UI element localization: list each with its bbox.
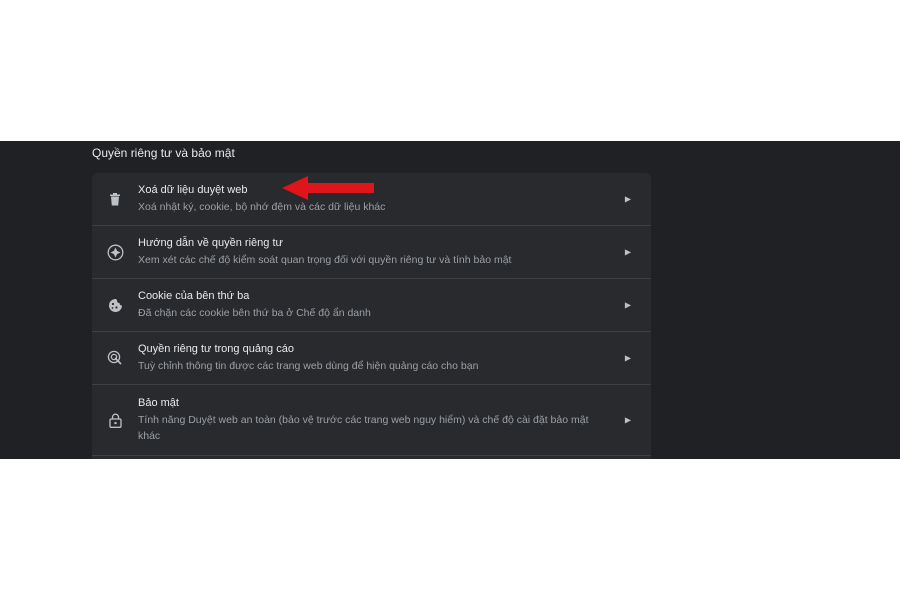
row-description: Tuỳ chỉnh thông tin được các trang web d… [138, 360, 479, 372]
trash-icon [92, 192, 138, 206]
row-label: Hướng dẫn về quyền riêng tư [138, 237, 283, 249]
privacy-guide-icon [92, 244, 138, 261]
row-label: Quyền riêng tư trong quảng cáo [138, 343, 294, 355]
row-label: Cookie của bên thứ ba [138, 290, 250, 302]
security-row[interactable]: Bảo mật Tính năng Duyệt web an toàn (bảo… [92, 385, 651, 456]
chevron-right-icon: ▶ [624, 247, 631, 257]
section-title: Quyền riêng tư và bảo mật [92, 146, 235, 160]
row-description: Tính năng Duyệt web an toàn (bảo vệ trướ… [138, 414, 589, 442]
settings-panel: Quyền riêng tư và bảo mật Xoá dữ liệu du… [0, 141, 900, 459]
chevron-right-icon: ▶ [624, 194, 631, 204]
chevron-right-icon: ▶ [624, 353, 631, 363]
privacy-guide-row[interactable]: Hướng dẫn về quyền riêng tư Xem xét các … [92, 226, 651, 279]
ad-privacy-row[interactable]: Quyền riêng tư trong quảng cáo Tuỳ chỉnh… [92, 332, 651, 385]
annotation-arrow-icon [282, 176, 374, 200]
lock-icon [92, 413, 138, 428]
row-description: Xem xét các chế độ kiểm soát quan trọng … [138, 254, 512, 266]
privacy-settings-card: Xoá dữ liệu duyệt web Xoá nhật ký, cooki… [92, 173, 651, 459]
row-description: Xoá nhật ký, cookie, bộ nhớ đệm và các d… [138, 201, 386, 213]
cookie-icon [92, 298, 138, 313]
ad-privacy-icon [92, 350, 138, 366]
row-description: Đã chặn các cookie bên thứ ba ở Chế độ ẩ… [138, 307, 371, 319]
chevron-right-icon: ▶ [624, 300, 631, 310]
third-party-cookies-row[interactable]: Cookie của bên thứ ba Đã chặn các cookie… [92, 279, 651, 332]
chevron-right-icon: ▶ [624, 415, 631, 425]
row-label: Bảo mật [138, 397, 179, 409]
